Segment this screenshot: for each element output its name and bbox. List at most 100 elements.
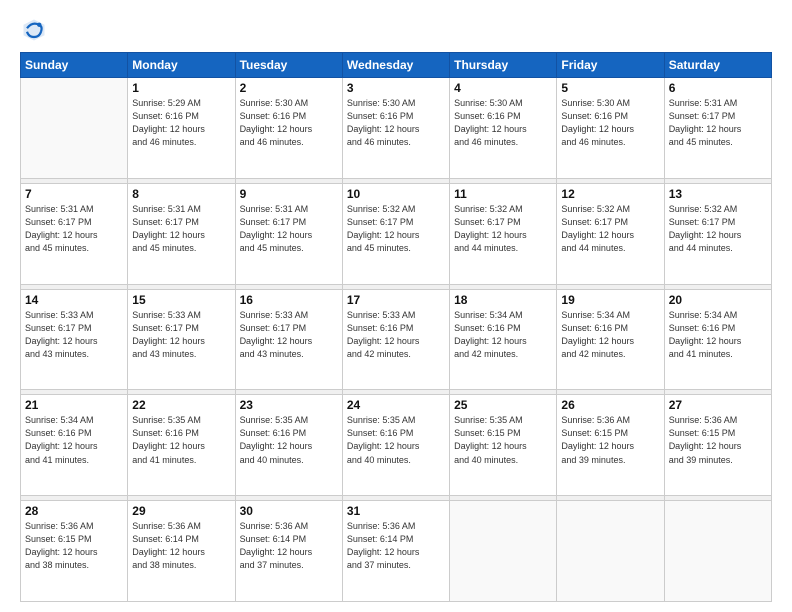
calendar-cell: 13 Sunrise: 5:32 AM Sunset: 6:17 PM Dayli… [664, 183, 771, 284]
calendar-cell: 10Sunrise: 5:32 AM Sunset: 6:17 PM Dayli… [342, 183, 449, 284]
day-info: Sunrise: 5:30 AM Sunset: 6:16 PM Dayligh… [347, 97, 445, 149]
calendar-cell: 3 Sunrise: 5:30 AM Sunset: 6:16 PM Daylig… [342, 78, 449, 179]
day-info: Sunrise: 5:32 AM Sunset: 6:17 PM Dayligh… [669, 203, 767, 255]
calendar-cell [21, 78, 128, 179]
calendar-cell [450, 501, 557, 602]
day-info: Sunrise: 5:36 AM Sunset: 6:14 PM Dayligh… [240, 520, 338, 572]
calendar-week-1: 1 Sunrise: 5:29 AM Sunset: 6:16 PM Daylig… [21, 78, 772, 179]
day-info: Sunrise: 5:35 AM Sunset: 6:15 PM Dayligh… [454, 414, 552, 466]
calendar-cell: 21 Sunrise: 5:34 AM Sunset: 6:16 PM Dayli… [21, 395, 128, 496]
calendar-cell: 20Sunrise: 5:34 AM Sunset: 6:16 PM Dayli… [664, 289, 771, 390]
day-info: Sunrise: 5:32 AM Sunset: 6:17 PM Dayligh… [347, 203, 445, 255]
calendar-cell: 18 Sunrise: 5:34 AM Sunset: 6:16 PM Dayli… [450, 289, 557, 390]
calendar-week-5: 28 Sunrise: 5:36 AM Sunset: 6:15 PM Dayli… [21, 501, 772, 602]
day-number: 13 [669, 187, 767, 201]
calendar-cell: 9 Sunrise: 5:31 AM Sunset: 6:17 PM Daylig… [235, 183, 342, 284]
calendar-cell: 15 Sunrise: 5:33 AM Sunset: 6:17 PM Dayli… [128, 289, 235, 390]
day-number: 15 [132, 293, 230, 307]
day-number: 4 [454, 81, 552, 95]
calendar-cell [664, 501, 771, 602]
day-info: Sunrise: 5:35 AM Sunset: 6:16 PM Dayligh… [347, 414, 445, 466]
calendar-cell: 26 Sunrise: 5:36 AM Sunset: 6:15 PM Dayli… [557, 395, 664, 496]
weekday-header-row: SundayMondayTuesdayWednesdayThursdayFrid… [21, 53, 772, 78]
logo-icon [20, 16, 48, 44]
day-number: 31 [347, 504, 445, 518]
calendar-cell: 12Sunrise: 5:32 AM Sunset: 6:17 PM Dayli… [557, 183, 664, 284]
weekday-header-tuesday: Tuesday [235, 53, 342, 78]
calendar-cell: 25 Sunrise: 5:35 AM Sunset: 6:15 PM Dayli… [450, 395, 557, 496]
calendar-cell [557, 501, 664, 602]
calendar-cell: 2Sunrise: 5:30 AM Sunset: 6:16 PM Daylig… [235, 78, 342, 179]
day-number: 21 [25, 398, 123, 412]
day-number: 16 [240, 293, 338, 307]
day-number: 25 [454, 398, 552, 412]
day-number: 23 [240, 398, 338, 412]
calendar-cell: 6 Sunrise: 5:31 AM Sunset: 6:17 PM Daylig… [664, 78, 771, 179]
day-info: Sunrise: 5:34 AM Sunset: 6:16 PM Dayligh… [25, 414, 123, 466]
calendar-week-3: 14 Sunrise: 5:33 AM Sunset: 6:17 PM Dayli… [21, 289, 772, 390]
day-number: 29 [132, 504, 230, 518]
day-number: 28 [25, 504, 123, 518]
day-number: 14 [25, 293, 123, 307]
day-number: 12 [561, 187, 659, 201]
day-info: Sunrise: 5:36 AM Sunset: 6:15 PM Dayligh… [669, 414, 767, 466]
day-number: 2 [240, 81, 338, 95]
day-number: 6 [669, 81, 767, 95]
day-number: 1 [132, 81, 230, 95]
day-info: Sunrise: 5:30 AM Sunset: 6:16 PM Dayligh… [454, 97, 552, 149]
day-number: 7 [25, 187, 123, 201]
weekday-header-sunday: Sunday [21, 53, 128, 78]
weekday-header-monday: Monday [128, 53, 235, 78]
day-number: 17 [347, 293, 445, 307]
day-number: 9 [240, 187, 338, 201]
day-number: 30 [240, 504, 338, 518]
calendar-table: SundayMondayTuesdayWednesdayThursdayFrid… [20, 52, 772, 602]
day-number: 5 [561, 81, 659, 95]
calendar-cell: 5Sunrise: 5:30 AM Sunset: 6:16 PM Daylig… [557, 78, 664, 179]
day-number: 3 [347, 81, 445, 95]
calendar-cell: 30 Sunrise: 5:36 AM Sunset: 6:14 PM Dayli… [235, 501, 342, 602]
day-info: Sunrise: 5:29 AM Sunset: 6:16 PM Dayligh… [132, 97, 230, 149]
day-info: Sunrise: 5:33 AM Sunset: 6:17 PM Dayligh… [132, 309, 230, 361]
calendar-cell: 29 Sunrise: 5:36 AM Sunset: 6:14 PM Dayli… [128, 501, 235, 602]
weekday-header-saturday: Saturday [664, 53, 771, 78]
day-info: Sunrise: 5:31 AM Sunset: 6:17 PM Dayligh… [132, 203, 230, 255]
day-info: Sunrise: 5:31 AM Sunset: 6:17 PM Dayligh… [25, 203, 123, 255]
calendar-cell: 1 Sunrise: 5:29 AM Sunset: 6:16 PM Daylig… [128, 78, 235, 179]
day-info: Sunrise: 5:36 AM Sunset: 6:14 PM Dayligh… [132, 520, 230, 572]
day-info: Sunrise: 5:34 AM Sunset: 6:16 PM Dayligh… [561, 309, 659, 361]
day-info: Sunrise: 5:33 AM Sunset: 6:17 PM Dayligh… [25, 309, 123, 361]
day-info: Sunrise: 5:36 AM Sunset: 6:15 PM Dayligh… [561, 414, 659, 466]
calendar-cell: 17Sunrise: 5:33 AM Sunset: 6:16 PM Dayli… [342, 289, 449, 390]
calendar-cell: 19 Sunrise: 5:34 AM Sunset: 6:16 PM Dayli… [557, 289, 664, 390]
day-info: Sunrise: 5:36 AM Sunset: 6:14 PM Dayligh… [347, 520, 445, 572]
day-info: Sunrise: 5:34 AM Sunset: 6:16 PM Dayligh… [454, 309, 552, 361]
day-info: Sunrise: 5:35 AM Sunset: 6:16 PM Dayligh… [240, 414, 338, 466]
day-number: 11 [454, 187, 552, 201]
page: SundayMondayTuesdayWednesdayThursdayFrid… [0, 0, 792, 612]
calendar-cell: 14 Sunrise: 5:33 AM Sunset: 6:17 PM Dayli… [21, 289, 128, 390]
calendar-cell: 8Sunrise: 5:31 AM Sunset: 6:17 PM Daylig… [128, 183, 235, 284]
calendar-cell: 23 Sunrise: 5:35 AM Sunset: 6:16 PM Dayli… [235, 395, 342, 496]
day-number: 22 [132, 398, 230, 412]
calendar-cell: 27Sunrise: 5:36 AM Sunset: 6:15 PM Dayli… [664, 395, 771, 496]
day-number: 24 [347, 398, 445, 412]
day-info: Sunrise: 5:31 AM Sunset: 6:17 PM Dayligh… [240, 203, 338, 255]
calendar-cell: 11 Sunrise: 5:32 AM Sunset: 6:17 PM Dayli… [450, 183, 557, 284]
calendar-cell: 7 Sunrise: 5:31 AM Sunset: 6:17 PM Daylig… [21, 183, 128, 284]
calendar-cell: 16 Sunrise: 5:33 AM Sunset: 6:17 PM Dayli… [235, 289, 342, 390]
day-info: Sunrise: 5:32 AM Sunset: 6:17 PM Dayligh… [454, 203, 552, 255]
calendar-cell: 22Sunrise: 5:35 AM Sunset: 6:16 PM Dayli… [128, 395, 235, 496]
day-info: Sunrise: 5:36 AM Sunset: 6:15 PM Dayligh… [25, 520, 123, 572]
calendar-week-4: 21 Sunrise: 5:34 AM Sunset: 6:16 PM Dayli… [21, 395, 772, 496]
day-number: 19 [561, 293, 659, 307]
weekday-header-friday: Friday [557, 53, 664, 78]
day-info: Sunrise: 5:31 AM Sunset: 6:17 PM Dayligh… [669, 97, 767, 149]
day-info: Sunrise: 5:33 AM Sunset: 6:17 PM Dayligh… [240, 309, 338, 361]
day-info: Sunrise: 5:34 AM Sunset: 6:16 PM Dayligh… [669, 309, 767, 361]
calendar-week-2: 7 Sunrise: 5:31 AM Sunset: 6:17 PM Daylig… [21, 183, 772, 284]
day-number: 26 [561, 398, 659, 412]
day-number: 18 [454, 293, 552, 307]
header [20, 16, 772, 44]
weekday-header-wednesday: Wednesday [342, 53, 449, 78]
